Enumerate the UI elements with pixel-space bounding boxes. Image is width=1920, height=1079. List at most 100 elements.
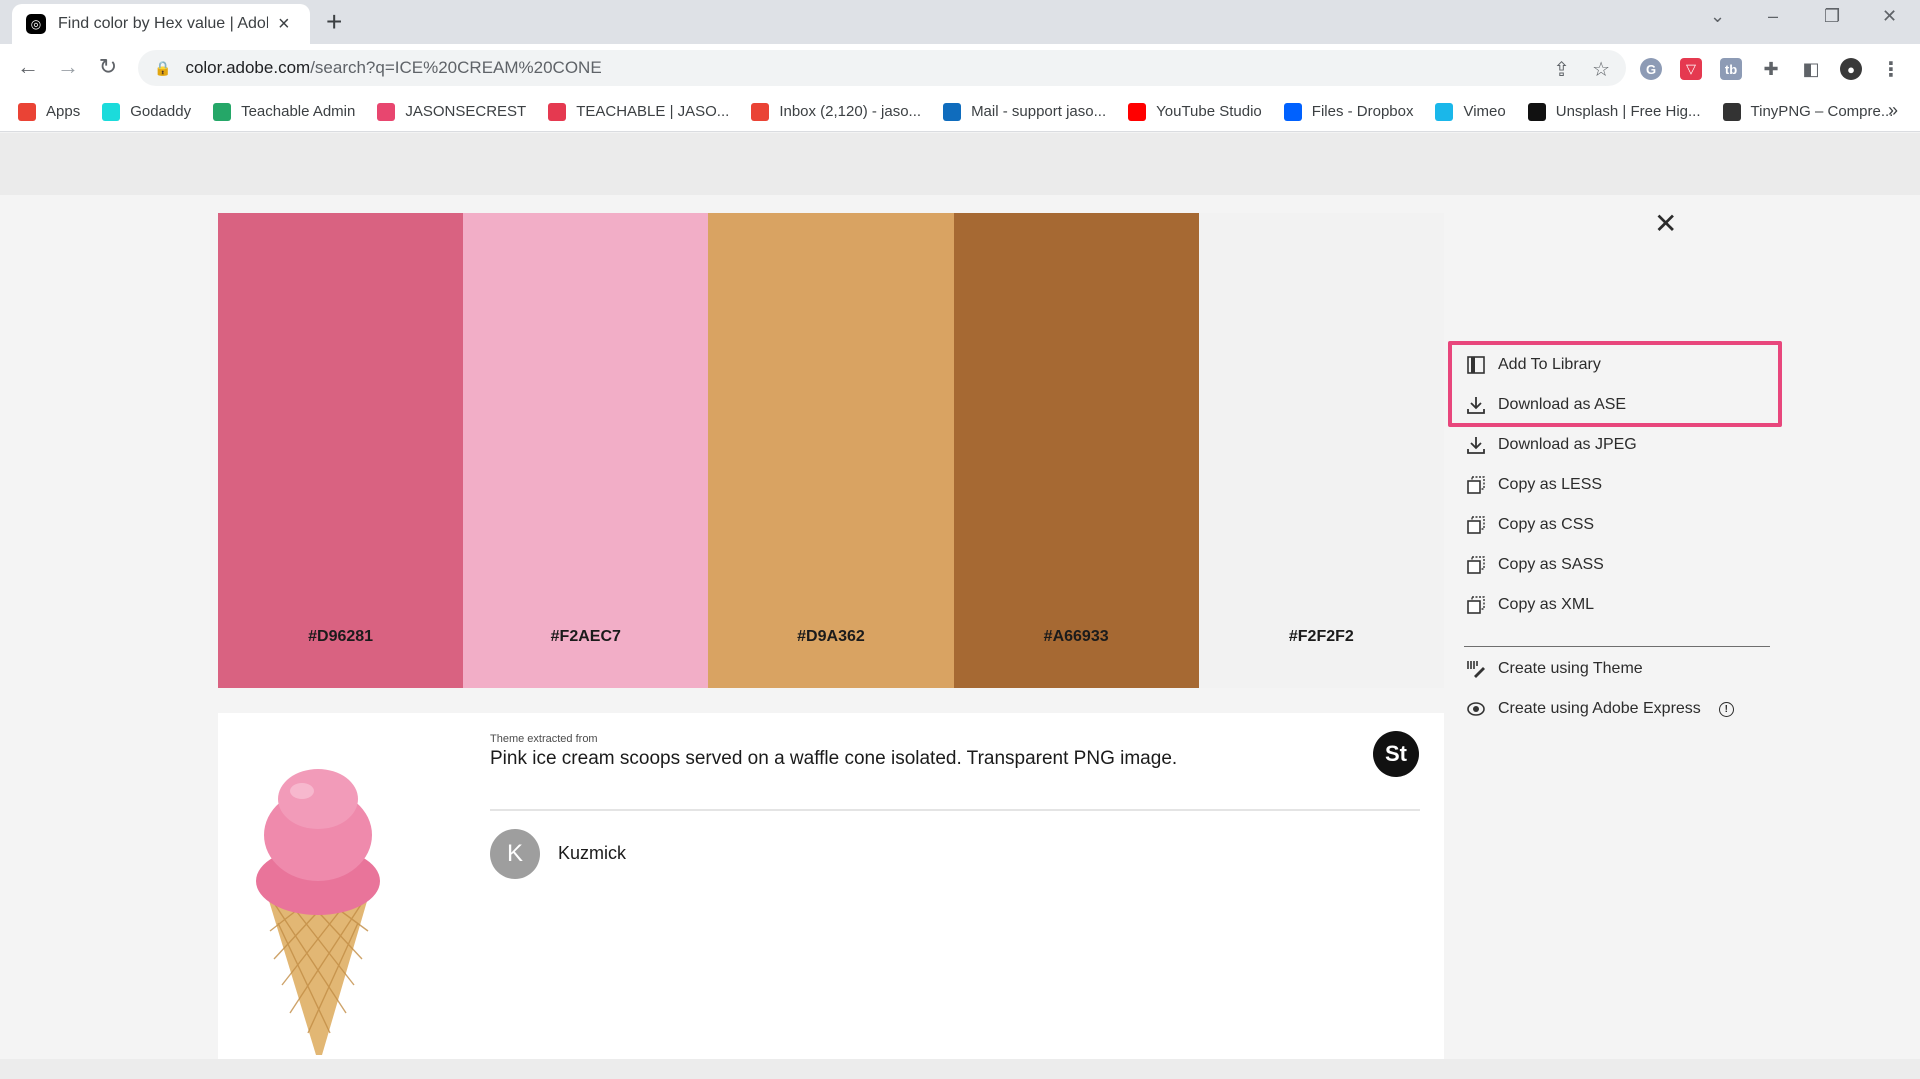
vimeo-icon [1435,102,1454,121]
share-icon[interactable]: ⇪ [1553,57,1570,82]
browser-tab-strip: ◎ Find color by Hex value | Adobe × + ⌄ … [0,0,1920,44]
author-avatar[interactable]: K [490,829,540,879]
bookmark-item[interactable]: Apps [18,102,81,121]
copy-icon [1466,595,1486,615]
theme-source-title[interactable]: Pink ice cream scoops served on a waffle… [490,748,1177,770]
bookmark-label: Godaddy [130,103,192,120]
window-close-icon[interactable]: ✕ [1882,6,1897,27]
back-icon[interactable]: ← [14,54,42,80]
more-bookmarks-icon[interactable]: » [1888,100,1898,121]
bookmark-item[interactable]: Inbox (2,120) - jaso... [751,102,922,121]
copy-icon [1466,515,1486,535]
close-modal-icon[interactable]: ✕ [1654,210,1677,238]
author-name[interactable]: Kuzmick [558,843,626,864]
swatch-hex-label[interactable]: #F2F2F2 [1199,628,1444,646]
color-swatch[interactable]: #D9A362 [708,213,954,688]
outlook-icon [943,102,962,121]
tinypng-icon [1722,102,1741,121]
bookmark-item[interactable]: TEACHABLE | JASO... [548,102,730,121]
bookmark-item[interactable]: TinyPNG – Compre... [1722,102,1893,121]
swatch-hex-label[interactable]: #F2AEC7 [463,628,708,646]
copy-sass-button[interactable]: Copy as SASS [1464,545,1794,585]
theme-source-card: Theme extracted from Pink ice cream scoo… [218,713,1444,1063]
color-swatch[interactable]: #A66933 [953,213,1199,688]
minimize-icon[interactable]: – [1768,6,1778,27]
copy-icon [1466,555,1486,575]
copy-css-label: Copy as CSS [1498,516,1595,533]
bookmark-label: YouTube Studio [1156,103,1262,120]
tab-title: Find color by Hex value | Adobe [58,15,268,32]
browser-tab[interactable]: ◎ Find color by Hex value | Adobe × [12,4,310,44]
forward-icon[interactable]: → [54,54,82,80]
copy-sass-label: Copy as SASS [1498,556,1604,573]
browser-toolbar: ← → ↻ 🔒 color.adobe.com/search?q=ICE%20C… [0,44,1920,92]
copy-less-button[interactable]: Copy as LESS [1464,465,1794,505]
tab-close-icon[interactable]: × [278,13,290,36]
reload-icon[interactable]: ↻ [94,54,122,80]
download-jpeg-button[interactable]: Download as JPEG [1464,425,1794,465]
bookmark-label: JASONSECREST [405,103,527,120]
bookmark-label: Inbox (2,120) - jaso... [779,103,922,120]
gmail-icon [751,102,770,121]
address-bar[interactable]: 🔒 color.adobe.com/search?q=ICE%20CREAM%2… [138,50,1626,86]
site-icon [377,102,396,121]
bookmark-item[interactable]: YouTube Studio [1128,102,1262,121]
download-jpeg-label: Download as JPEG [1498,436,1637,453]
ice-cream-cone-image[interactable] [218,713,468,1063]
swatch-hex-label[interactable]: #A66933 [954,628,1199,646]
bookmark-label: Mail - support jaso... [971,103,1107,120]
copy-xml-button[interactable]: Copy as XML [1464,585,1794,625]
copy-css-button[interactable]: Copy as CSS [1464,505,1794,545]
color-swatch[interactable]: #D96281 [218,213,464,688]
bookmarks-bar: Apps Godaddy Teachable Admin JASONSECREST TE… [0,92,1920,132]
bookmark-label: TEACHABLE | JASO... [576,103,730,120]
copy-less-label: Copy as LESS [1498,476,1603,493]
bookmark-item[interactable]: Vimeo [1435,102,1506,121]
divider [490,809,1420,811]
info-icon[interactable]: ! [1718,701,1734,717]
site-header-dimmed [0,133,1920,195]
create-using-theme-button[interactable]: Create using Theme [1464,649,1794,689]
url-text: color.adobe.com/search?q=ICE%20CREAM%20C… [185,58,601,78]
tab-search-icon[interactable]: ⌄ [1710,6,1725,27]
new-tab-icon[interactable]: + [326,6,342,38]
bookmark-item[interactable]: JASONSECREST [377,102,527,121]
bookmark-item[interactable]: Godaddy [102,102,192,121]
color-swatch[interactable]: #F2F2F2 [1198,213,1444,688]
grammarly-extension-icon[interactable]: G [1640,58,1662,80]
bookmark-item[interactable]: Mail - support jaso... [943,102,1107,121]
youtube-icon [1128,102,1147,121]
adobe-stock-icon[interactable]: St [1373,731,1419,777]
tb-extension-icon[interactable]: tb [1720,58,1742,80]
download-icon [1466,435,1486,455]
swatch-hex-label[interactable]: #D9A362 [708,628,953,646]
bookmark-item[interactable]: Files - Dropbox [1283,102,1413,121]
swatch-hex-label[interactable]: #D96281 [218,628,463,646]
create-using-theme-label: Create using Theme [1498,660,1643,677]
browser-menu-icon[interactable]: ⋮ [1880,58,1902,81]
color-swatch[interactable]: #F2AEC7 [463,213,709,688]
apps-grid-icon [18,102,36,121]
shield-extension-icon[interactable]: ▽ [1680,58,1702,80]
adobe-express-icon [1466,699,1486,719]
side-panel-icon[interactable]: ◧ [1800,58,1822,80]
download-icon [548,102,567,121]
restore-icon[interactable]: ❐ [1824,6,1840,27]
godaddy-icon [102,102,121,121]
profile-avatar[interactable]: ● [1840,58,1862,80]
lock-icon[interactable]: 🔒 [154,60,171,77]
create-using-express-button[interactable]: Create using Adobe Express ! [1464,689,1794,729]
paintbrush-icon [1466,659,1486,679]
url-path: /search?q=ICE%20CREAM%20CONE [310,58,602,77]
highlight-annotation [1448,341,1782,427]
bookmark-item[interactable]: Unsplash | Free Hig... [1527,102,1701,121]
bookmark-label: Vimeo [1463,103,1506,120]
bookmark-label: Teachable Admin [241,103,356,120]
copy-xml-label: Copy as XML [1498,596,1595,613]
extensions-area: G ▽ tb ✚ ◧ ● ⋮ [1640,58,1902,81]
extensions-puzzle-icon[interactable]: ✚ [1760,58,1782,80]
create-using-express-label: Create using Adobe Express [1498,700,1701,717]
bookmark-label: Apps [46,103,81,120]
bookmark-item[interactable]: Teachable Admin [213,102,356,121]
bookmark-star-icon[interactable]: ☆ [1592,57,1610,82]
